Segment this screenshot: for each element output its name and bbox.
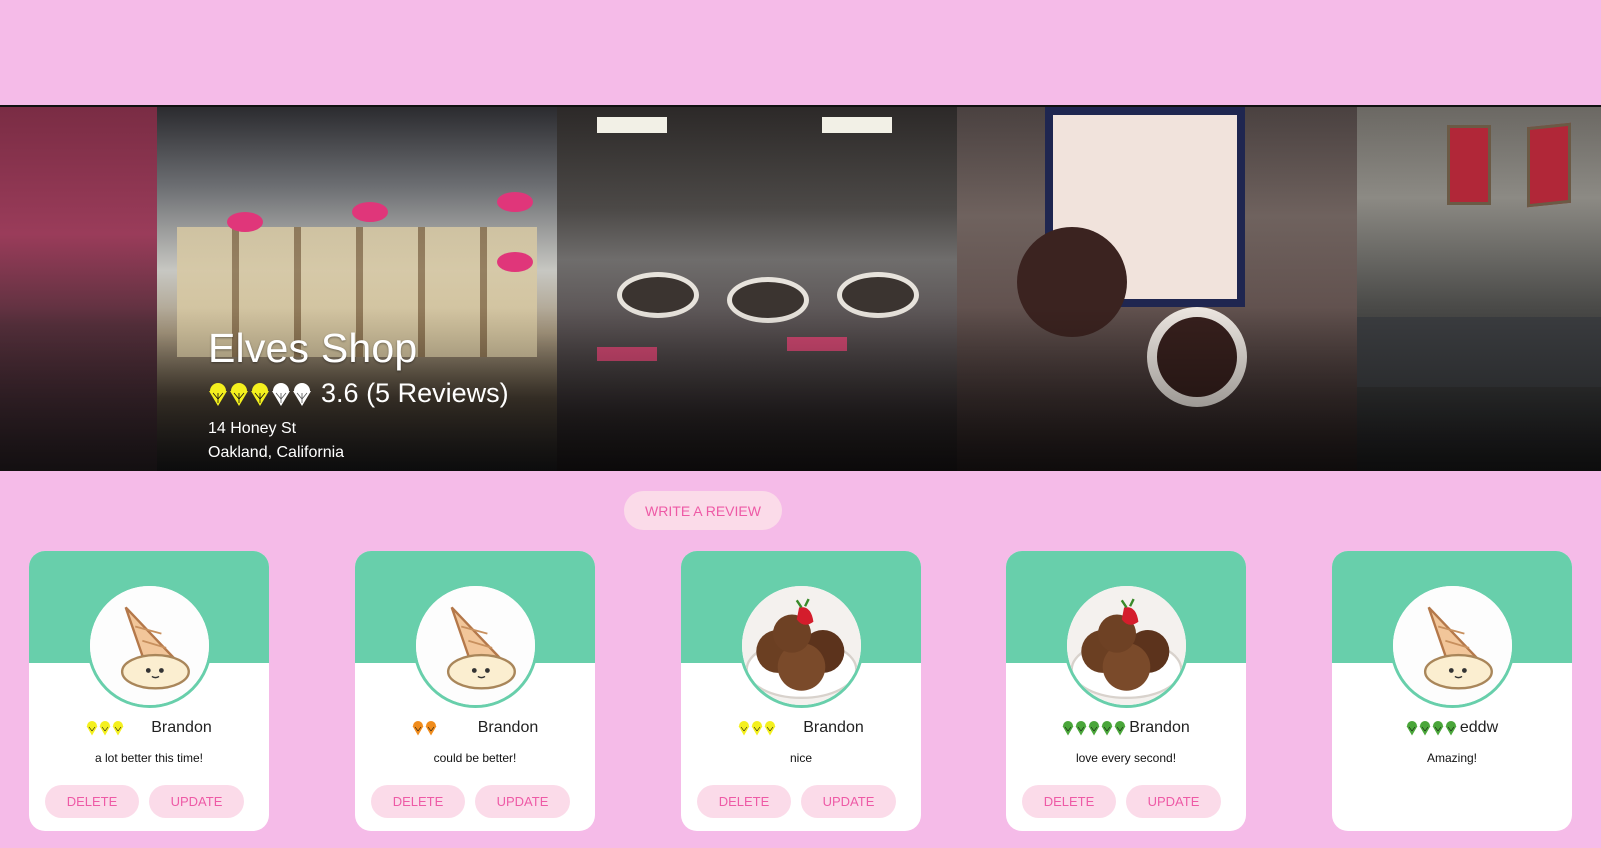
review-rating [86, 720, 125, 736]
ice-cream-cone-icon [1088, 721, 1100, 736]
ice-cream-cone-icon [272, 382, 290, 406]
review-card: eddw Amazing! [1332, 551, 1572, 831]
review-comment: nice [789, 751, 812, 765]
rating-value: 3.6 [321, 378, 359, 408]
review-rating [412, 720, 438, 736]
review-comment: a lot better this time! [94, 751, 204, 765]
melted-cone-avatar-icon [416, 586, 535, 705]
update-button[interactable]: Update [149, 785, 244, 818]
ice-cream-cone-icon [738, 721, 750, 736]
review-count: (5 Reviews) [366, 378, 509, 408]
rating-cones [208, 381, 313, 407]
delete-button[interactable]: Delete [371, 785, 465, 818]
ice-cream-cone-icon [1075, 721, 1087, 736]
address-street: 14 Honey St [208, 420, 297, 437]
ice-cream-cone-icon [99, 721, 111, 736]
ice-cream-cone-icon [1432, 721, 1444, 736]
ice-cream-cone-icon [412, 721, 424, 736]
delete-button[interactable]: Delete [1022, 785, 1116, 818]
ice-cream-cone-icon [1406, 721, 1418, 736]
ice-cream-cone-icon [1419, 721, 1431, 736]
avatar [87, 583, 212, 708]
shop-info: Elves Shop 3.6 (5 Reviews) 14 Honey St O… [208, 325, 509, 465]
melted-cone-avatar-icon [1393, 586, 1512, 705]
write-review-button[interactable]: Write a review [624, 491, 782, 530]
review-comment: love every second! [1075, 751, 1177, 765]
review-card: Brandon nice Delete Update [681, 551, 921, 831]
ice-cream-cone-icon [293, 382, 311, 406]
shop-title: Elves Shop [208, 325, 418, 371]
ice-cream-cone-icon [209, 382, 227, 406]
reviewer-name: eddw [1459, 719, 1499, 736]
ice-cream-cone-icon [764, 721, 776, 736]
review-rating [1062, 720, 1127, 736]
avatar [1390, 583, 1515, 708]
update-button[interactable]: Update [475, 785, 570, 818]
review-comment: Amazing! [1426, 751, 1478, 765]
review-card: Brandon could be better! Delete Update [355, 551, 595, 831]
hero-banner: Elves Shop 3.6 (5 Reviews) 14 Honey St O… [0, 105, 1601, 471]
avatar [739, 583, 864, 708]
ice-cream-cone-icon [1101, 721, 1113, 736]
ice-cream-bowl-avatar-icon [742, 586, 861, 705]
reviewer-name: Brandon [151, 719, 212, 736]
ice-cream-cone-icon [230, 382, 248, 406]
reviewer-name: Brandon [1129, 719, 1190, 736]
delete-button[interactable]: Delete [45, 785, 139, 818]
ice-cream-bowl-avatar-icon [1067, 586, 1186, 705]
review-card: Brandon love every second! Delete Update [1006, 551, 1246, 831]
ice-cream-cone-icon [86, 721, 98, 736]
address-city: Oakland, California [208, 444, 345, 461]
ice-cream-cone-icon [251, 382, 269, 406]
shop-rating: 3.6 (5 Reviews) [208, 378, 509, 409]
avatar [413, 583, 538, 708]
ice-cream-cone-icon [1114, 721, 1126, 736]
ice-cream-cone-icon [112, 721, 124, 736]
ice-cream-cone-icon [425, 721, 437, 736]
reviewer-name: Brandon [477, 719, 539, 736]
reviewer-name: Brandon [803, 719, 864, 736]
ice-cream-cone-icon [751, 721, 763, 736]
melted-cone-avatar-icon [90, 586, 209, 705]
update-button[interactable]: Update [801, 785, 896, 818]
review-rating [738, 720, 777, 736]
ice-cream-cone-icon [1445, 721, 1457, 736]
delete-button[interactable]: Delete [697, 785, 791, 818]
update-button[interactable]: Update [1126, 785, 1221, 818]
shop-address: 14 Honey St Oakland, California [208, 417, 509, 465]
review-comment: could be better! [433, 751, 517, 765]
ice-cream-cone-icon [1062, 721, 1074, 736]
review-rating [1406, 720, 1458, 736]
review-card: Brandon a lot better this time! Delete U… [29, 551, 269, 831]
avatar [1064, 583, 1189, 708]
